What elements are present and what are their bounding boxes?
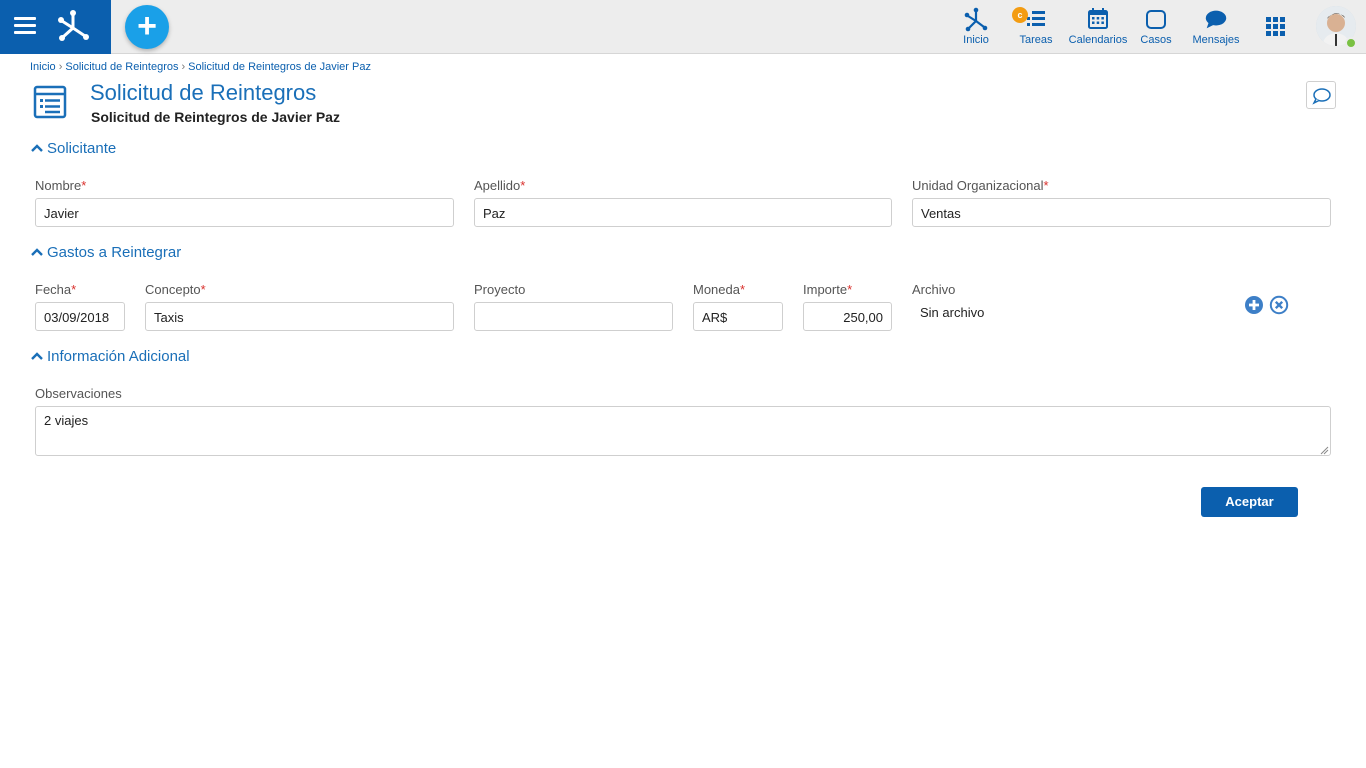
- nav-casos[interactable]: Casos: [1138, 6, 1174, 50]
- apellido-field[interactable]: Paz: [474, 198, 892, 227]
- moneda-label: Moneda*: [693, 282, 746, 297]
- comment-button[interactable]: [1306, 81, 1336, 109]
- concepto-field[interactable]: Taxis: [145, 302, 454, 331]
- online-status-indicator: [1345, 37, 1357, 49]
- cases-icon: [1146, 10, 1166, 29]
- section-solicitante: Solicitante: [30, 140, 1341, 160]
- section-title-solicitante[interactable]: Solicitante: [47, 140, 127, 157]
- nav-inicio[interactable]: Inicio: [955, 6, 997, 50]
- moneda-field[interactable]: AR$: [693, 302, 783, 331]
- observaciones-textarea[interactable]: 2 viajes: [35, 406, 1331, 456]
- section-divider: [30, 149, 1341, 150]
- nombre-field[interactable]: Javier: [35, 198, 454, 227]
- nav-inicio-label: Inicio: [963, 34, 989, 46]
- section-divider: [30, 253, 1341, 254]
- section-title-gastos[interactable]: Gastos a Reintegrar: [47, 244, 192, 261]
- form-icon: [33, 85, 67, 119]
- nav-mensajes[interactable]: Mensajes: [1190, 6, 1242, 50]
- resize-handle-icon[interactable]: [1320, 446, 1329, 455]
- unidad-label: Unidad Organizacional*: [912, 178, 1049, 193]
- section-gastos: Gastos a Reintegrar: [30, 244, 1341, 264]
- fecha-field[interactable]: 03/09/2018: [35, 302, 125, 331]
- observaciones-label: Observaciones: [35, 386, 122, 401]
- importe-label: Importe*: [803, 282, 853, 297]
- top-bar: + Inicio c Tareas Calendarios Casos Mens…: [0, 0, 1366, 54]
- apps-grid-icon[interactable]: [1266, 17, 1286, 37]
- nav-calendarios[interactable]: Calendarios: [1066, 6, 1130, 50]
- chevron-up-icon[interactable]: [31, 351, 43, 363]
- nav-mensajes-label: Mensajes: [1192, 34, 1240, 46]
- calendar-icon: [1088, 8, 1108, 29]
- proyecto-field[interactable]: [474, 302, 673, 331]
- section-divider: [30, 357, 1341, 358]
- tasks-badge: c: [1012, 7, 1028, 23]
- breadcrumb-solicitud[interactable]: Solicitud de Reintegros: [65, 61, 178, 73]
- nav-tareas-label: Tareas: [1019, 34, 1053, 46]
- breadcrumb: Inicio › Solicitud de Reintegros › Solicitud…: [30, 61, 371, 73]
- comment-icon: [1312, 88, 1331, 105]
- messages-icon: [1205, 10, 1227, 29]
- nav-tareas[interactable]: c Tareas: [1012, 6, 1058, 50]
- archivo-value: Sin archivo: [920, 305, 985, 320]
- nav-casos-label: Casos: [1140, 34, 1172, 46]
- page-title: Solicitud de Reintegros: [90, 80, 317, 105]
- page-subtitle: Solicitud de Reintegros de Javier Paz: [91, 109, 340, 125]
- logo-icon[interactable]: [55, 8, 91, 44]
- nav-calendarios-label: Calendarios: [1068, 34, 1128, 46]
- nombre-label: Nombre*: [35, 178, 87, 193]
- add-row-icon[interactable]: [1244, 295, 1264, 315]
- menu-icon[interactable]: [14, 17, 36, 37]
- unidad-field[interactable]: Ventas: [912, 198, 1331, 227]
- accept-button[interactable]: Aceptar: [1201, 487, 1298, 517]
- apellido-label: Apellido*: [474, 178, 526, 193]
- importe-field[interactable]: 250,00: [803, 302, 892, 331]
- add-button[interactable]: +: [125, 5, 169, 49]
- home-network-icon: [964, 7, 988, 32]
- brand-block: [0, 0, 111, 54]
- chevron-up-icon[interactable]: [31, 143, 43, 155]
- proyecto-label: Proyecto: [474, 282, 526, 297]
- section-title-adicional[interactable]: Información Adicional: [47, 348, 200, 365]
- chevron-up-icon[interactable]: [31, 247, 43, 259]
- concepto-label: Concepto*: [145, 282, 206, 297]
- archivo-label: Archivo: [912, 282, 956, 297]
- breadcrumb-inicio[interactable]: Inicio: [30, 61, 56, 73]
- remove-row-icon[interactable]: [1269, 295, 1289, 315]
- breadcrumb-current[interactable]: Solicitud de Reintegros de Javier Paz: [188, 61, 371, 73]
- section-adicional: Información Adicional: [30, 348, 1341, 368]
- fecha-label: Fecha*: [35, 282, 77, 297]
